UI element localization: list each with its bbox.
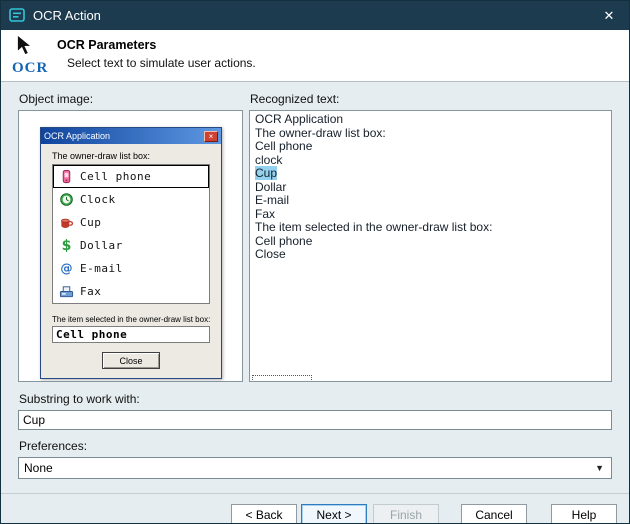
finish-button: Finish [373,504,439,524]
recognized-line[interactable]: The owner-draw list box: [255,127,606,141]
list-item: $ Dollar [53,234,209,257]
list-item-label: Cell phone [80,170,151,183]
preferences-label: Preferences: [19,439,612,453]
back-button[interactable]: < Back [231,504,297,524]
email-icon: @ [58,261,74,277]
chevron-down-icon: ▼ [595,463,604,473]
page-subtitle: Select text to simulate user actions. [67,56,256,70]
help-button[interactable]: Help [551,504,617,524]
app-window-title: OCR Application [44,131,204,141]
selected-item-field: Cell phone [52,326,210,343]
svg-text:$: $ [61,238,71,253]
recognized-line[interactable]: Dollar [255,181,606,195]
substring-label: Substring to work with: [19,392,612,406]
object-image-label: Object image: [19,92,243,106]
cursor-arrow-icon [13,34,35,63]
recognized-line[interactable]: Cup [255,167,606,181]
svg-text:@: @ [60,262,72,276]
owner-draw-listbox: Cell phone Clock Cup $ Dollar @ E-mail Fax [52,164,210,304]
list-item: @ E-mail [53,257,209,280]
close-icon[interactable]: ✕ [589,1,629,30]
app-window-close-icon: × [204,131,218,142]
focus-marquee-fragment [252,375,312,382]
recognized-line[interactable]: Cell phone [255,235,606,249]
recognized-line[interactable]: Close [255,248,606,262]
dollar-icon: $ [58,238,74,254]
object-image-panel[interactable]: OCR Application × The owner-draw list bo… [18,110,243,382]
preferences-value: None [24,461,53,475]
clock-icon [58,192,74,208]
list-item: Cell phone [53,165,209,188]
app-window-screenshot: OCR Application × The owner-draw list bo… [40,127,222,379]
list-item-label: E-mail [80,262,123,275]
recognized-line[interactable]: The item selected in the owner-draw list… [255,221,606,235]
list-item-label: Clock [80,193,116,206]
list-item: Clock [53,188,209,211]
next-button[interactable]: Next > [301,504,367,524]
list-item: Cup [53,211,209,234]
titlebar[interactable]: OCR Action ✕ [1,1,629,30]
recognized-line[interactable]: E-mail [255,194,606,208]
main-content: Object image: OCR Application × The owne… [1,82,629,382]
list-item: Fax [53,280,209,303]
ocr-logo-text: OCR [12,60,48,77]
page-title: OCR Parameters [57,38,256,52]
list-item-label: Cup [80,216,101,229]
preferences-dropdown[interactable]: None ▼ [18,457,612,479]
recognized-line[interactable]: clock [255,154,606,168]
cancel-button[interactable]: Cancel [461,504,527,524]
recognized-text-panel[interactable]: OCR ApplicationThe owner-draw list box:C… [249,110,612,382]
app-icon [9,7,26,24]
list-item-label: Dollar [80,239,123,252]
ocr-action-dialog: OCR Action ✕ OCR OCR Parameters Select t… [0,0,630,524]
fax-icon [58,284,74,300]
substring-input[interactable] [18,410,612,430]
app-window-body: The owner-draw list box: Cell phone Clock… [41,144,221,378]
recognized-line[interactable]: OCR Application [255,113,606,127]
wizard-header: OCR OCR Parameters Select text to simula… [1,30,629,82]
app-close-button: Close [102,352,160,369]
cup-icon [58,215,74,231]
button-row: < Back Next > Finish Cancel Help [1,494,629,524]
ocr-logo: OCR [11,35,51,77]
listbox-label: The owner-draw list box: [52,151,210,161]
selected-item-label: The item selected in the owner-draw list… [52,315,210,324]
window-title: OCR Action [33,8,101,23]
recognized-line[interactable]: Fax [255,208,606,222]
recognized-line[interactable]: Cell phone [255,140,606,154]
app-window-titlebar: OCR Application × [41,128,221,144]
cellphone-icon [58,169,74,185]
list-item-label: Fax [80,285,101,298]
recognized-text-label: Recognized text: [250,92,612,106]
